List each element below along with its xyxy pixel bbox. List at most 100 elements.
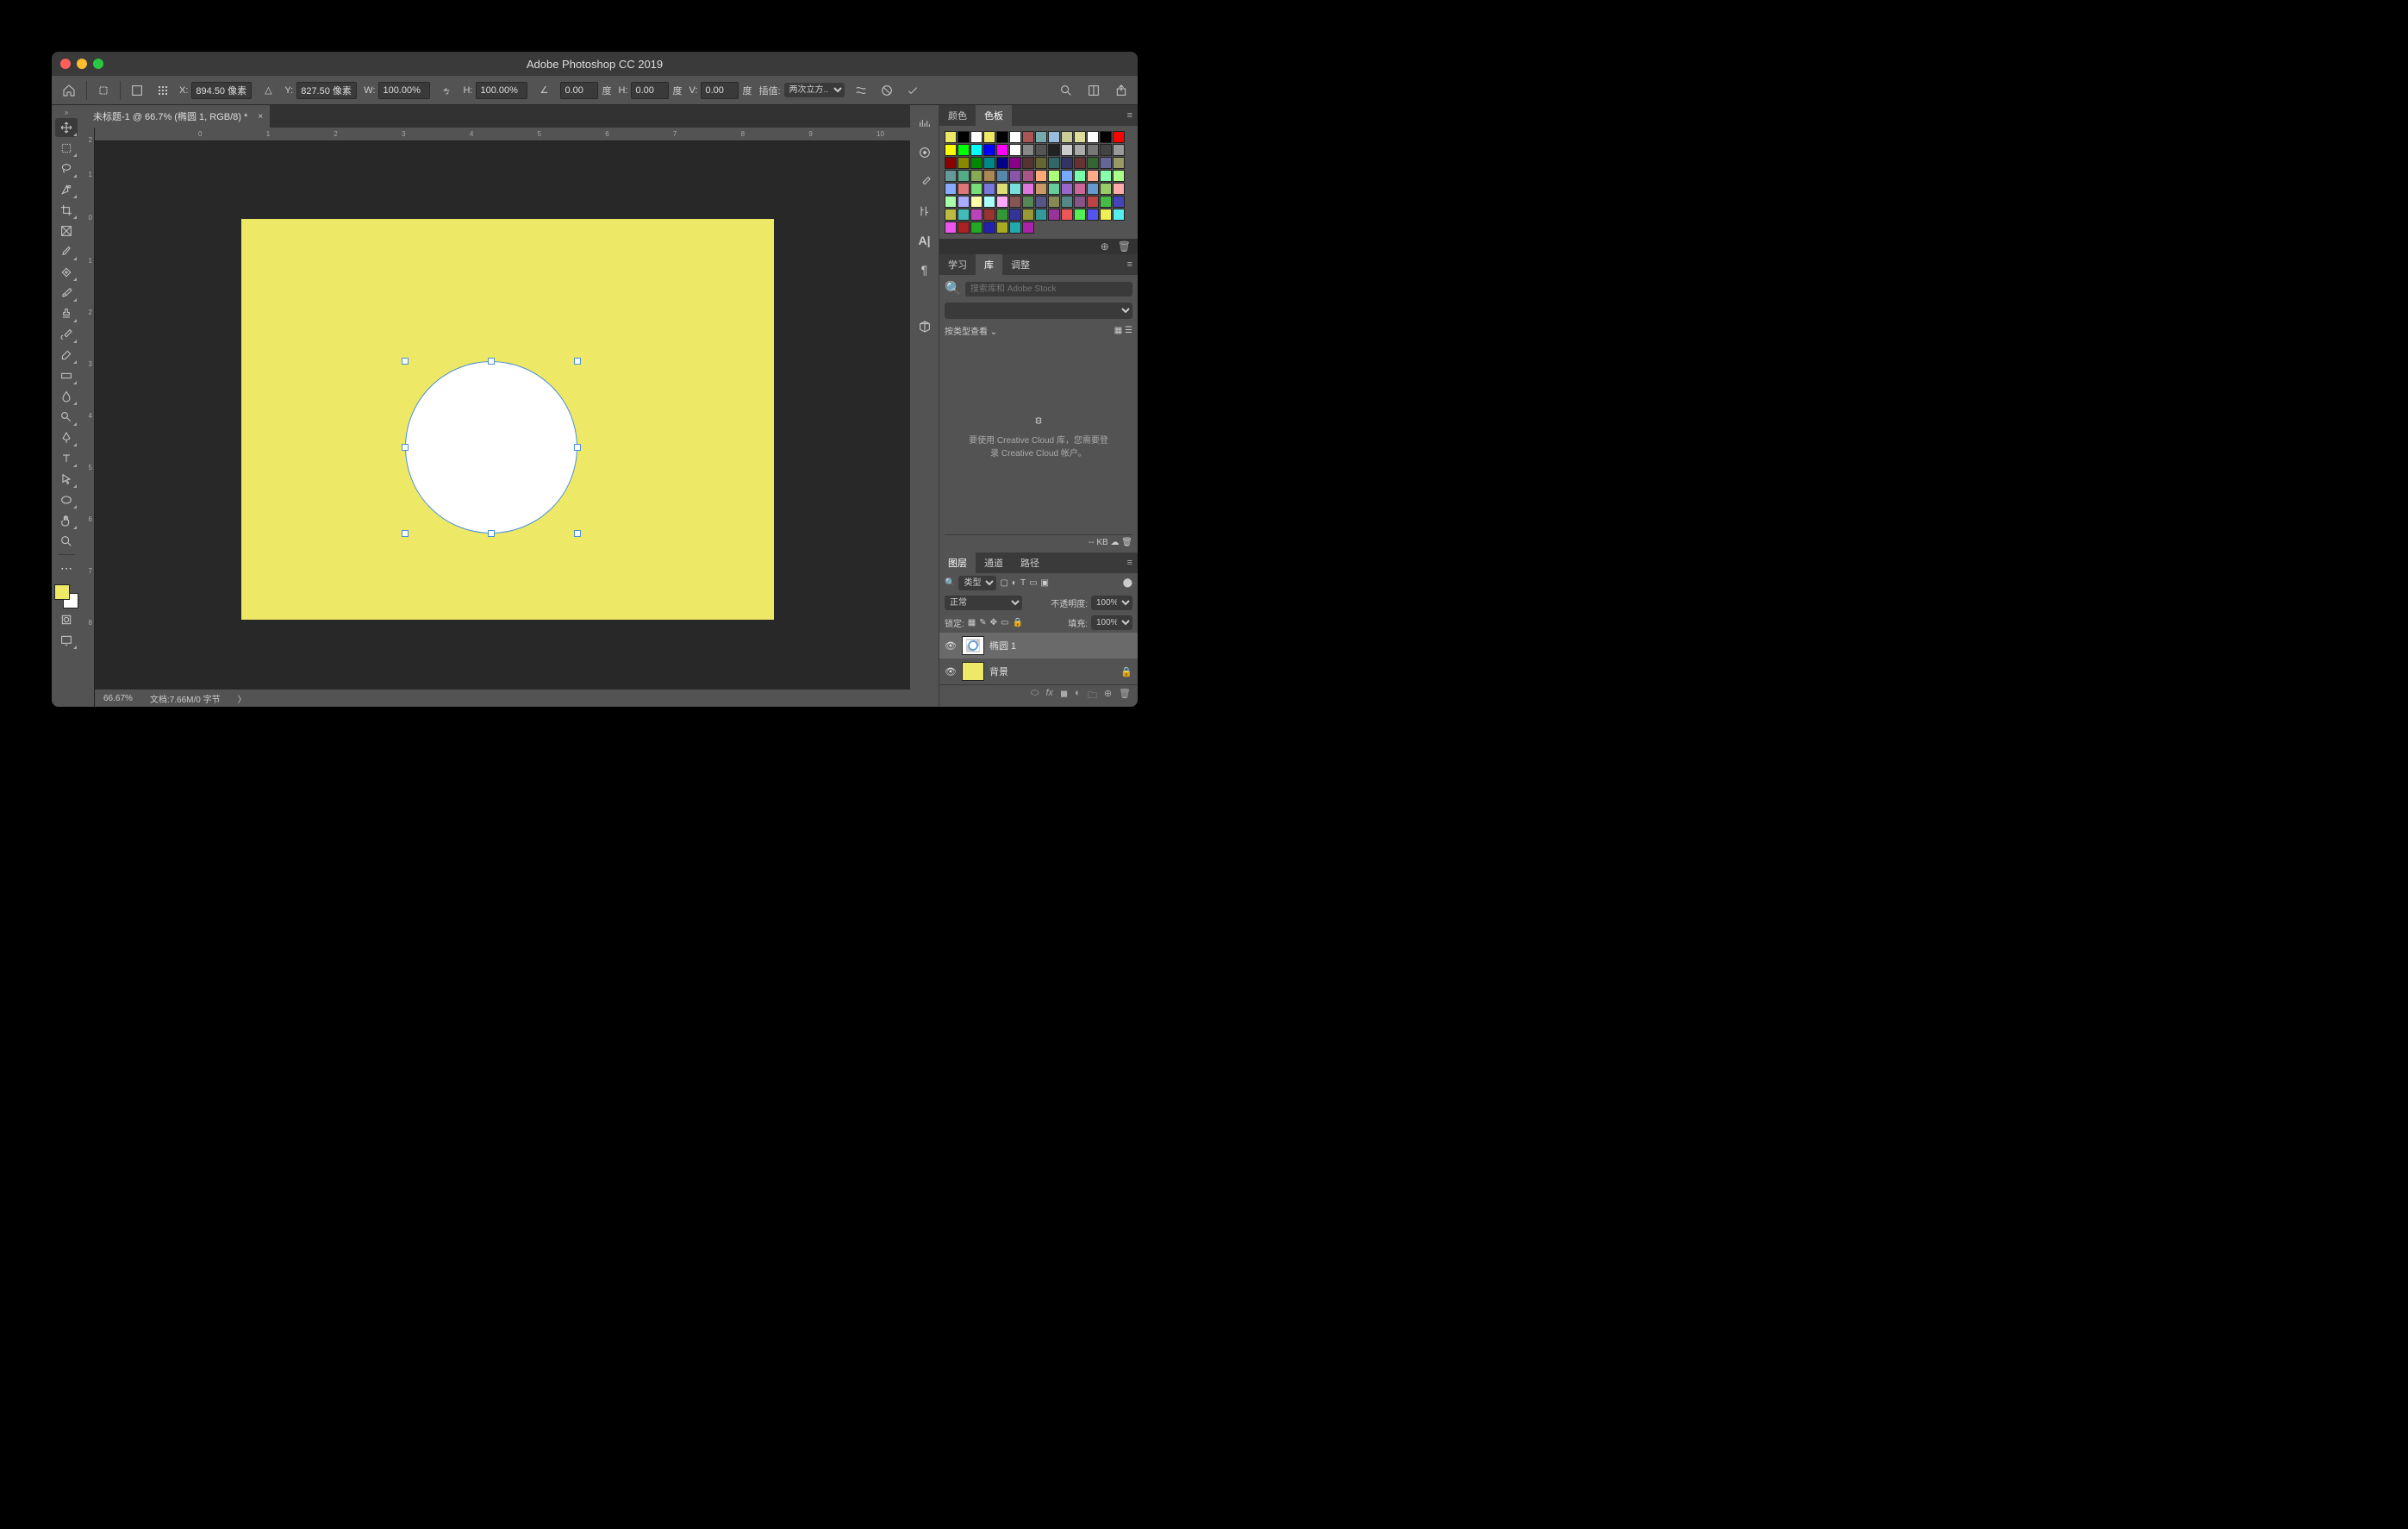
layer-filter-kind[interactable]: 类型 [958,576,996,590]
hand-tool[interactable] [55,511,78,530]
panel-menu-icon[interactable]: ≡ [1122,110,1138,121]
swatch[interactable] [958,222,970,234]
commit-transform-icon[interactable] [903,81,922,100]
quick-select-tool[interactable] [55,180,78,199]
swatch[interactable] [996,183,1008,195]
swatch[interactable] [945,170,957,182]
swatch[interactable] [996,131,1008,143]
y-input[interactable] [296,82,357,99]
swatch[interactable] [945,144,957,156]
swatch[interactable] [1022,183,1034,195]
swatch[interactable] [958,183,970,195]
crop-tool[interactable] [55,201,78,220]
visibility-icon[interactable]: 👁 [945,640,957,652]
h-input[interactable] [476,82,527,99]
zoom-level[interactable]: 66.67% [103,694,133,703]
panel-menu-icon[interactable]: ≡ [1122,259,1138,270]
swatch[interactable] [1061,131,1073,143]
dodge-tool[interactable] [55,408,78,427]
new-swatch-icon[interactable]: ⊕ [1101,240,1109,253]
swatch[interactable] [1035,144,1047,156]
library-select[interactable] [945,303,1132,319]
lock-all-icon[interactable]: 🔒 [1012,618,1022,627]
warp-icon[interactable] [852,81,870,100]
swatch[interactable] [945,222,957,234]
vertical-ruler[interactable]: 21012345678 [81,128,95,707]
swatch[interactable] [1022,222,1034,234]
swatch[interactable] [1113,144,1125,156]
reference-point-grid[interactable] [128,81,147,100]
layer-thumb[interactable] [962,662,984,681]
swatch[interactable] [945,157,957,169]
swatch[interactable] [945,209,957,221]
swatch[interactable] [970,222,983,234]
pen-tool[interactable] [55,428,78,447]
grid-view-icon[interactable]: ▦ [1114,326,1122,335]
workspace-icon[interactable] [1084,81,1103,100]
swatch[interactable] [958,170,970,182]
status-more-icon[interactable]: 〉 [238,692,246,705]
swatch[interactable] [1113,157,1125,169]
swatch[interactable] [1009,157,1021,169]
close-tab-icon[interactable]: × [258,112,263,122]
marquee-tool[interactable] [55,139,78,158]
swatch[interactable] [1009,196,1021,208]
visibility-icon[interactable]: 👁 [945,666,957,677]
swatch[interactable] [1009,222,1021,234]
swatch[interactable] [1100,157,1112,169]
swatch[interactable] [996,170,1008,182]
swatch[interactable] [996,209,1008,221]
layer-row[interactable]: 👁 椭圆 1 [939,633,1138,658]
swatch[interactable] [996,144,1008,156]
x-input[interactable] [191,82,252,99]
transform-handles[interactable] [405,361,577,534]
lock-artboard-icon[interactable]: ▭ [1001,618,1008,627]
swatch[interactable] [945,196,957,208]
libraries-panel-tab[interactable]: 库 [976,254,1002,275]
swatch[interactable] [983,209,995,221]
swatch[interactable] [1113,170,1125,182]
histogram-icon[interactable] [915,114,934,133]
eraser-tool[interactable] [55,346,78,365]
edit-toolbar-icon[interactable]: ⋯ [55,559,78,577]
swatch[interactable] [1074,131,1086,143]
swatch[interactable] [1061,157,1073,169]
swatch[interactable] [1009,183,1021,195]
close-button[interactable] [60,59,71,69]
swatch[interactable] [1022,170,1034,182]
document-tab[interactable]: 未标题-1 @ 66.7% (椭圆 1, RGB/8) *× [81,105,270,128]
swatch[interactable] [996,196,1008,208]
swatch[interactable] [1009,170,1021,182]
adjustment-layer-icon[interactable]: ◐ [1075,688,1081,704]
swatch[interactable] [1074,196,1086,208]
layer-name[interactable]: 背景 [989,665,1008,678]
home-button[interactable] [59,80,79,101]
swatch[interactable] [1061,209,1073,221]
vskew-input[interactable] [701,82,739,99]
swatch[interactable] [1113,131,1125,143]
lock-transparency-icon[interactable]: ▦ [968,618,976,627]
link-layers-icon[interactable]: ⬭ [1031,688,1039,704]
screen-mode-tool[interactable] [55,631,78,650]
swatch[interactable] [1074,209,1086,221]
share-icon[interactable] [1112,81,1131,100]
swatch[interactable] [1009,131,1021,143]
active-tool-icon[interactable] [94,81,113,100]
filter-image-icon[interactable]: ▢ [1000,578,1007,588]
swatch[interactable] [996,157,1008,169]
gradient-tool[interactable] [55,366,78,385]
cloud-sync-icon[interactable]: ☁ [1111,538,1120,547]
angle-input[interactable] [560,82,598,99]
quickmask-tool[interactable] [55,610,78,629]
swatch[interactable] [945,183,957,195]
blur-tool[interactable] [55,387,78,406]
swatch[interactable] [1048,196,1060,208]
filter-adjust-icon[interactable]: ◐ [1012,578,1017,588]
new-layer-icon[interactable]: ⊕ [1104,688,1112,704]
swatch[interactable] [970,144,983,156]
swatch[interactable] [1087,144,1099,156]
adjustments-icon[interactable] [915,202,934,221]
swatch[interactable] [1048,209,1060,221]
move-tool[interactable] [55,118,78,137]
layer-mask-icon[interactable]: ◼ [1060,688,1068,704]
